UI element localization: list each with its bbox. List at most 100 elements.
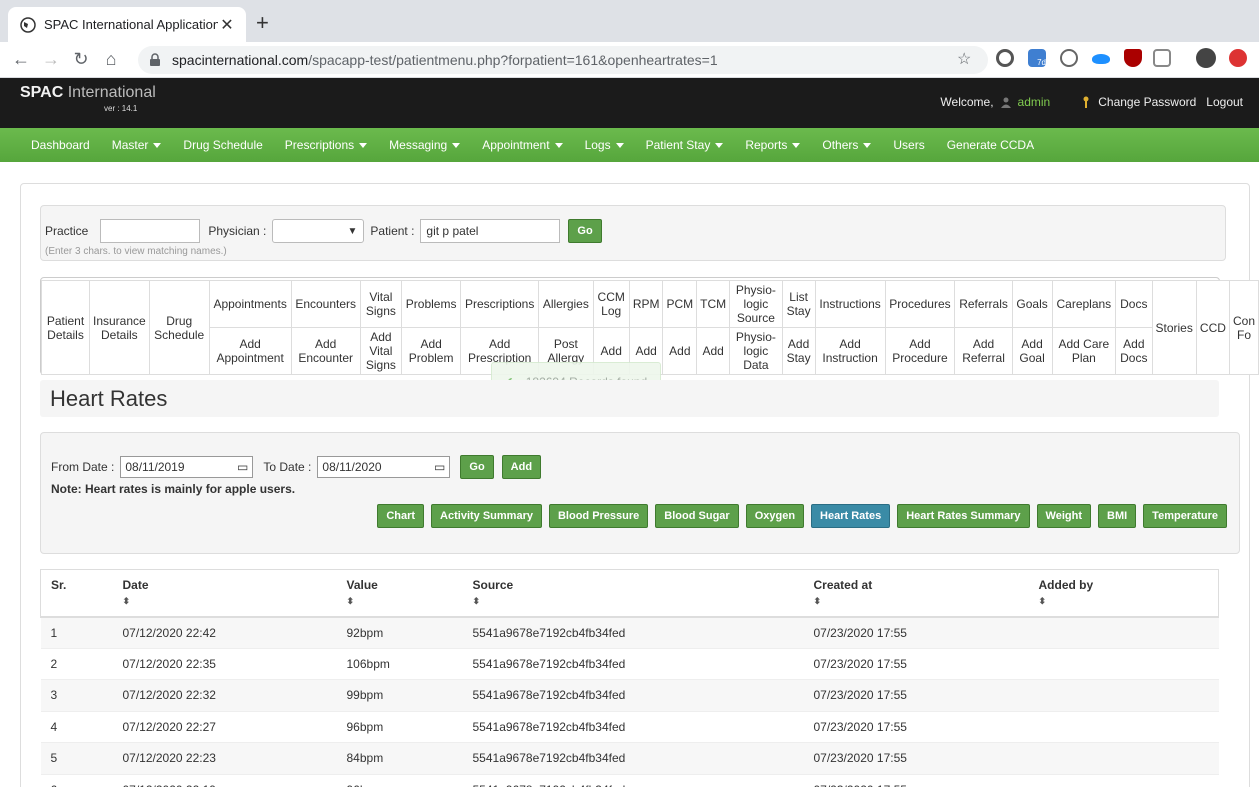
- menu-careplans[interactable]: Careplans: [1051, 280, 1117, 328]
- heart-rates-button[interactable]: Heart Rates: [811, 504, 891, 528]
- col-header-value[interactable]: Value ⬍: [336, 569, 463, 618]
- blood-pressure-button[interactable]: Blood Pressure: [548, 504, 649, 528]
- menu-problems[interactable]: Problems: [401, 280, 462, 328]
- bmi-button[interactable]: BMI: [1098, 504, 1137, 528]
- menu-tcm[interactable]: TCM: [696, 280, 731, 328]
- oxygen-button[interactable]: Oxygen: [745, 504, 805, 528]
- menu-insurance-details[interactable]: Insurance Details: [89, 280, 150, 375]
- chart-button[interactable]: Chart: [377, 504, 425, 528]
- menu-action-add-referral[interactable]: Add Referral: [954, 327, 1013, 375]
- menu-action-add-vital-signs[interactable]: Add Vital Signs: [359, 327, 403, 375]
- menu-action-add-encounter[interactable]: Add Encounter: [290, 327, 361, 375]
- menu-drug-schedule[interactable]: Drug Schedule: [148, 280, 210, 375]
- menu-action-add-stay[interactable]: Add Stay: [781, 327, 816, 375]
- extension-square-icon[interactable]: [1153, 49, 1171, 67]
- nav-item-drug-schedule[interactable]: Drug Schedule: [172, 138, 273, 152]
- logout-link[interactable]: Logout: [1206, 95, 1243, 109]
- menu-referrals[interactable]: Referrals: [954, 280, 1013, 328]
- add-heart-rate-button[interactable]: Add: [501, 455, 542, 479]
- nav-item-dashboard[interactable]: Dashboard: [20, 138, 101, 152]
- menu-ccm-log[interactable]: CCM Log: [592, 280, 630, 328]
- nav-item-reports[interactable]: Reports: [734, 138, 811, 152]
- to-date-input[interactable]: 08/11/2020 ▭: [317, 456, 451, 478]
- menu-action-add[interactable]: Add: [696, 327, 731, 375]
- col-header-created-at[interactable]: Created at ⬍: [803, 569, 1029, 618]
- menu-vital-signs[interactable]: Vital Signs: [359, 280, 403, 328]
- forward-icon[interactable]: →: [36, 45, 66, 75]
- menu-action-add-docs[interactable]: Add Docs: [1115, 327, 1153, 375]
- sort-icon[interactable]: ⬍: [1039, 596, 1209, 607]
- menu-action-add-procedure[interactable]: Add Procedure: [884, 327, 956, 375]
- menu-allergies[interactable]: Allergies: [538, 280, 594, 328]
- sort-icon[interactable]: ⬍: [473, 596, 794, 607]
- menu-goals[interactable]: Goals: [1011, 280, 1053, 328]
- sort-icon[interactable]: ⬍: [123, 596, 327, 607]
- menu-appointments[interactable]: Appointments: [208, 280, 292, 328]
- calendar-extension-icon[interactable]: 7d: [1028, 49, 1046, 67]
- nav-item-logs[interactable]: Logs: [574, 138, 635, 152]
- back-icon[interactable]: ←: [6, 45, 36, 75]
- nav-item-generate-ccda[interactable]: Generate CCDA: [936, 138, 1045, 152]
- col-header-source[interactable]: Source ⬍: [462, 569, 804, 618]
- weight-button[interactable]: Weight: [1036, 504, 1091, 528]
- reload-icon[interactable]: ↻: [66, 45, 96, 75]
- menu-ccd[interactable]: CCD: [1195, 280, 1230, 375]
- menu-encounters[interactable]: Encounters: [290, 280, 361, 328]
- nav-item-master[interactable]: Master: [101, 138, 173, 152]
- home-icon[interactable]: ⌂: [96, 45, 126, 75]
- calendar-icon[interactable]: ▭: [237, 460, 248, 474]
- bookmark-star-icon[interactable]: ☆: [957, 49, 971, 69]
- brand-logo[interactable]: SPAC International: [20, 84, 156, 102]
- practice-input[interactable]: [100, 219, 201, 243]
- activity-summary-button[interactable]: Activity Summary: [431, 504, 542, 528]
- skype-extension-icon[interactable]: [1060, 49, 1078, 67]
- admin-link[interactable]: admin: [1018, 95, 1051, 109]
- heart-rates-summary-button[interactable]: Heart Rates Summary: [897, 504, 1030, 528]
- menu-list-stay[interactable]: List Stay: [781, 280, 816, 328]
- menu-action-physio-logic-data[interactable]: Physio-logic Data: [729, 327, 783, 375]
- menu-prescriptions[interactable]: Prescriptions: [460, 280, 540, 328]
- menu-con-fo[interactable]: Con Fo: [1228, 280, 1259, 375]
- nav-item-prescriptions[interactable]: Prescriptions: [274, 138, 378, 152]
- menu-procedures[interactable]: Procedures: [884, 280, 956, 328]
- nav-item-patient-stay[interactable]: Patient Stay: [635, 138, 735, 152]
- extension-circle-icon[interactable]: [996, 49, 1014, 67]
- nav-item-users[interactable]: Users: [882, 138, 935, 152]
- menu-instructions[interactable]: Instructions: [814, 280, 886, 328]
- sort-icon[interactable]: ⬍: [814, 596, 1019, 607]
- profile-avatar[interactable]: [1196, 48, 1216, 68]
- patient-input[interactable]: git p patel: [420, 219, 561, 243]
- menu-docs[interactable]: Docs: [1115, 280, 1153, 328]
- col-header-added-by[interactable]: Added by ⬍: [1028, 569, 1219, 618]
- menu-action-add-care-plan[interactable]: Add Care Plan: [1051, 327, 1117, 375]
- menu-action-add-goal[interactable]: Add Goal: [1011, 327, 1053, 375]
- col-header-date[interactable]: Date ⬍: [112, 569, 337, 618]
- address-bar[interactable]: spacinternational.com/spacapp-test/patie…: [138, 46, 988, 74]
- blood-sugar-button[interactable]: Blood Sugar: [655, 504, 739, 528]
- cloud-extension-icon[interactable]: [1092, 54, 1110, 64]
- close-tab-icon[interactable]: ✕: [218, 15, 236, 35]
- sort-icon[interactable]: ⬍: [347, 596, 453, 607]
- physician-select[interactable]: ▼: [272, 219, 365, 243]
- menu-physio-logic-source[interactable]: Physio-logic Source: [729, 280, 783, 328]
- menu-patient-details[interactable]: Patient Details: [41, 280, 90, 375]
- menu-action-add[interactable]: Add: [662, 327, 698, 375]
- change-password-link[interactable]: Change Password: [1098, 95, 1196, 109]
- browser-tab[interactable]: SPAC International Application ✕: [8, 7, 246, 42]
- update-icon[interactable]: [1229, 49, 1247, 67]
- temperature-button[interactable]: Temperature: [1143, 504, 1227, 528]
- menu-stories[interactable]: Stories: [1151, 280, 1197, 375]
- menu-pcm[interactable]: PCM: [662, 280, 698, 328]
- menu-action-add-problem[interactable]: Add Problem: [401, 327, 462, 375]
- nav-item-others[interactable]: Others: [811, 138, 882, 152]
- patient-go-button[interactable]: Go: [568, 219, 602, 243]
- menu-action-add-appointment[interactable]: Add Appointment: [208, 327, 292, 375]
- range-go-button[interactable]: Go: [460, 455, 494, 479]
- calendar-icon[interactable]: ▭: [434, 460, 445, 474]
- ublock-extension-icon[interactable]: [1124, 49, 1142, 67]
- new-tab-icon[interactable]: +: [256, 11, 269, 35]
- nav-item-messaging[interactable]: Messaging: [378, 138, 471, 152]
- menu-action-add-instruction[interactable]: Add Instruction: [814, 327, 886, 375]
- from-date-input[interactable]: 08/11/2019 ▭: [120, 456, 254, 478]
- nav-item-appointment[interactable]: Appointment: [471, 138, 573, 152]
